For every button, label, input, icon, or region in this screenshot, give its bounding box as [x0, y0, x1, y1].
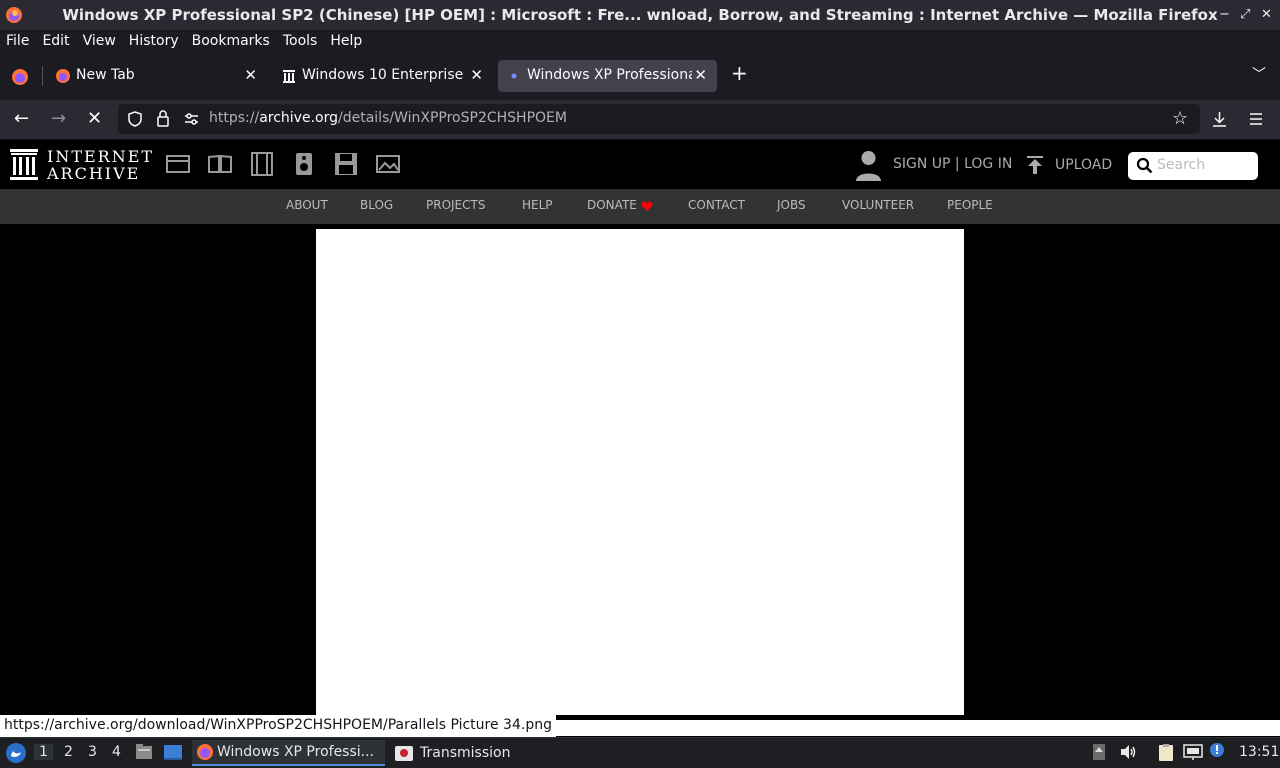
firefox-taskbar-icon — [197, 744, 213, 760]
nav-contact[interactable]: CONTACT — [688, 198, 745, 212]
workspace-2[interactable]: 2 — [64, 744, 73, 760]
tab-new-tab[interactable]: New Tab ✕ — [47, 60, 267, 92]
tab-windows-10[interactable]: Windows 10 Enterprise v ✕ — [273, 60, 493, 92]
back-button[interactable]: ← — [14, 108, 29, 129]
firefox-favicon-icon — [56, 69, 70, 83]
close-tab-icon[interactable]: ✕ — [244, 66, 257, 84]
web-icon[interactable] — [165, 152, 191, 176]
bookmark-star-icon[interactable]: ☆ — [1172, 108, 1188, 129]
tab-windows-xp[interactable]: Windows XP Professional ✕ — [498, 60, 717, 92]
transmission-icon — [395, 746, 413, 761]
menu-history[interactable]: History — [129, 33, 179, 49]
minimize-button[interactable]: − — [1219, 7, 1230, 22]
archive-favicon-icon — [283, 70, 295, 83]
stop-loading-button[interactable]: ✕ — [87, 108, 102, 129]
taskbar-item-label: Transmission — [420, 745, 511, 761]
sign-up-login-link[interactable]: SIGN UP | LOG IN — [893, 156, 1012, 172]
software-icon[interactable] — [333, 152, 359, 176]
nav-blog[interactable]: BLOG — [360, 198, 393, 212]
firefox-view-icon[interactable] — [11, 68, 29, 86]
menu-bookmarks[interactable]: Bookmarks — [192, 33, 270, 49]
lock-icon[interactable] — [155, 110, 171, 127]
url-path: /details/WinXPProSP2CHSHPOEM — [338, 110, 567, 126]
tab-label: New Tab — [76, 67, 135, 83]
new-tab-button[interactable]: + — [731, 61, 748, 85]
workspace-3[interactable]: 3 — [88, 744, 97, 760]
close-tab-icon[interactable]: ✕ — [470, 66, 483, 84]
close-window-button[interactable]: ✕ — [1261, 7, 1272, 22]
menu-file[interactable]: File — [6, 33, 29, 49]
forward-button[interactable]: → — [51, 108, 66, 129]
nav-donate[interactable]: DONATE — [587, 198, 637, 212]
tab-separator — [42, 66, 43, 86]
url-host: archive.org — [259, 110, 338, 126]
nav-volunteer[interactable]: VOLUNTEER — [842, 198, 914, 212]
texts-icon[interactable] — [207, 152, 233, 176]
logo-line-1: INTERNET — [47, 147, 155, 166]
search-icon — [1136, 157, 1153, 174]
upload-icon[interactable] — [1026, 155, 1044, 175]
app-menu-icon[interactable] — [1248, 111, 1264, 127]
item-viewer-image-area[interactable] — [316, 229, 964, 715]
upload-link[interactable]: UPLOAD — [1055, 157, 1112, 173]
menu-edit[interactable]: Edit — [42, 33, 69, 49]
images-icon[interactable] — [375, 152, 401, 176]
tab-label: Windows XP Professional — [527, 67, 692, 83]
video-icon[interactable] — [249, 152, 275, 176]
url-text[interactable]: https://archive.org/details/WinXPProSP2C… — [209, 110, 567, 126]
taskbar-item-transmission[interactable]: Transmission — [392, 740, 522, 766]
workspace-1[interactable]: 1 — [34, 744, 53, 760]
maximize-button[interactable]: ⤢ — [1240, 7, 1250, 22]
tray-arrow-icon[interactable] — [1092, 743, 1106, 761]
internet-archive-wordmark[interactable]: INTERNET ARCHIVE — [47, 148, 154, 182]
menu-tools[interactable]: Tools — [283, 33, 318, 49]
file-manager-icon[interactable] — [135, 743, 153, 761]
user-avatar-icon[interactable] — [855, 149, 882, 181]
internet-archive-logo-icon[interactable] — [9, 148, 39, 181]
nav-about[interactable]: ABOUT — [286, 198, 328, 212]
ia-secondary-nav — [0, 189, 1280, 224]
menu-help[interactable]: Help — [330, 33, 362, 49]
downloads-icon[interactable] — [1211, 110, 1228, 128]
taskbar-item-label: Windows XP Professi... — [217, 744, 375, 760]
taskbar-clock: 13:51 — [1239, 744, 1280, 760]
audio-icon[interactable] — [291, 152, 317, 176]
notification-icon[interactable] — [1208, 742, 1226, 760]
network-icon[interactable] — [1183, 744, 1203, 761]
close-tab-icon[interactable]: ✕ — [694, 66, 707, 84]
menu-bar: File Edit View History Bookmarks Tools H… — [0, 30, 1280, 52]
url-scheme: https:// — [209, 110, 260, 126]
logo-line-2: ARCHIVE — [47, 164, 141, 183]
heart-icon — [641, 201, 653, 211]
window-title: Windows XP Professional SP2 (Chinese) [H… — [62, 6, 1218, 24]
menu-view[interactable]: View — [83, 33, 116, 49]
tab-label: Windows 10 Enterprise v — [302, 67, 467, 83]
permissions-icon[interactable] — [183, 111, 200, 127]
workspace-4[interactable]: 4 — [112, 744, 121, 760]
nav-jobs[interactable]: JOBS — [777, 198, 806, 212]
taskbar-item-firefox[interactable]: Windows XP Professi... — [192, 740, 385, 766]
chevron-down-icon[interactable]: ﹀ — [1252, 64, 1266, 84]
clipboard-icon[interactable] — [1157, 743, 1175, 762]
nav-people[interactable]: PEOPLE — [947, 198, 993, 212]
desktop-icon[interactable] — [163, 743, 183, 761]
nav-projects[interactable]: PROJECTS — [426, 198, 485, 212]
window-titlebar: Windows XP Professional SP2 (Chinese) [H… — [0, 0, 1280, 30]
link-status-bar: https://archive.org/download/WinXPProSP2… — [0, 715, 556, 737]
nav-help[interactable]: HELP — [522, 198, 553, 212]
start-menu-icon[interactable] — [5, 742, 27, 764]
search-placeholder: Search — [1157, 157, 1206, 173]
loading-dot-icon — [511, 73, 517, 79]
page-footer-strip — [530, 720, 1280, 736]
tracking-shield-icon[interactable] — [127, 111, 143, 127]
volume-icon[interactable] — [1119, 744, 1137, 760]
tab-strip: New Tab ✕ Windows 10 Enterprise v ✕ Wind… — [0, 52, 1280, 100]
